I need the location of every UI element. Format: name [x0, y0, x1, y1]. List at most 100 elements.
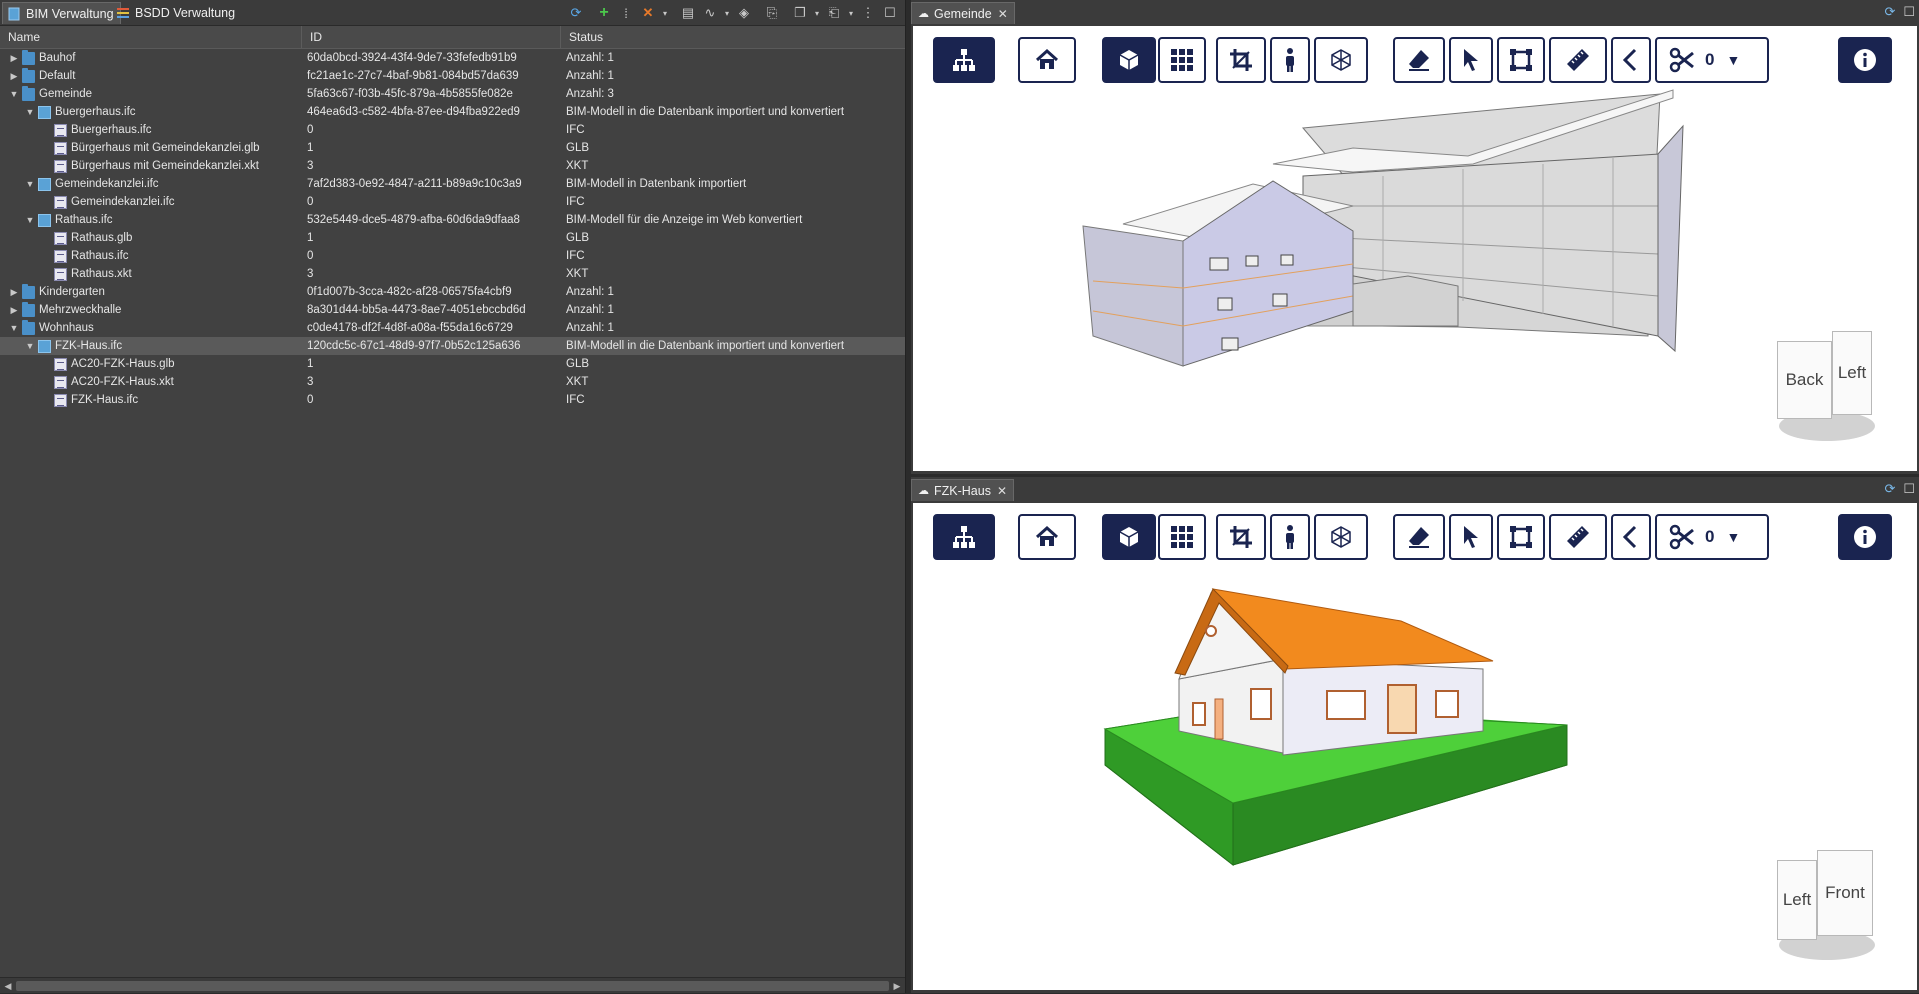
row-name: Wohnhaus: [39, 322, 94, 334]
table-row[interactable]: Gemeindekanzlei.ifc 0 IFC: [0, 193, 905, 211]
table-row[interactable]: ▼ Gemeindekanzlei.ifc 7af2d383-0e92-4847-a…: [0, 175, 905, 193]
table-row[interactable]: ▼ Rathaus.ifc 532e5449-dce5-4879-afba-60d6…: [0, 211, 905, 229]
table-row[interactable]: ▶ Mehrzweckhalle 8a301d44-bb5a-4473-8ae7-4…: [0, 301, 905, 319]
refresh-icon[interactable]: ⟳: [1884, 4, 1895, 20]
table-row[interactable]: Buergerhaus.ifc 0 IFC: [0, 121, 905, 139]
scrollbar-thumb[interactable]: [16, 981, 889, 991]
dropdown-icon[interactable]: ▾: [811, 4, 823, 22]
house-model[interactable]: [913, 503, 1917, 990]
cube-face-left[interactable]: Left: [1832, 331, 1872, 415]
viewer-tab[interactable]: ☁ FZK-Haus ✕: [911, 479, 1015, 501]
tab-label: BIM Verwaltung: [26, 6, 114, 21]
chevron-down-icon[interactable]: ▼: [8, 319, 20, 337]
row-id: 464ea6d3-c582-4bfa-87ee-d94fba922ed9: [307, 106, 520, 118]
folder-icon: [22, 283, 35, 299]
row-id: 120cdc5c-67c1-48d9-97f7-0b52c125a636: [307, 340, 521, 352]
3d-canvas[interactable]: 0 ▼ Back Left: [913, 26, 1917, 471]
table-row[interactable]: ▼ Buergerhaus.ifc 464ea6d3-c582-4bfa-87ee-…: [0, 103, 905, 121]
row-id: 5fa63c67-f03b-45fc-879a-4b5855fe082e: [307, 88, 513, 100]
tab-label: BSDD Verwaltung: [135, 6, 236, 20]
table-row[interactable]: AC20-FZK-Haus.glb 1 GLB: [0, 355, 905, 373]
row-name-cell: ▼ Gemeinde: [0, 85, 300, 103]
table-icon[interactable]: ▤: [677, 4, 699, 22]
maximize-icon[interactable]: ☐: [879, 4, 901, 22]
row-status: GLB: [566, 232, 590, 244]
scroll-right-icon[interactable]: ▶: [889, 978, 905, 994]
dropdown-icon[interactable]: ▾: [845, 4, 857, 22]
more-icon[interactable]: ⋮: [857, 4, 879, 22]
chevron-down-icon[interactable]: ▼: [24, 211, 36, 229]
viewer-tab[interactable]: ☁ Gemeinde ✕: [911, 2, 1015, 24]
copy-icon[interactable]: ❐: [789, 4, 811, 22]
column-header-status[interactable]: Status: [561, 26, 905, 48]
chevron-down-icon[interactable]: ▼: [8, 85, 20, 103]
tab-bim-verwaltung[interactable]: BIM Verwaltung: [2, 2, 121, 24]
close-icon[interactable]: ✕: [998, 7, 1008, 21]
tag-icon[interactable]: ◈: [733, 4, 755, 22]
file-icon: [54, 357, 67, 371]
cloud-icon: ☁: [918, 485, 929, 497]
chevron-down-icon[interactable]: ▼: [24, 103, 36, 121]
navigation-cube[interactable]: Left Front: [1777, 850, 1877, 960]
table-row[interactable]: ▼ FZK-Haus.ifc 120cdc5c-67c1-48d9-97f7-0b5…: [0, 337, 905, 355]
navigation-cube[interactable]: Back Left: [1777, 331, 1877, 441]
row-name: Default: [39, 70, 76, 82]
chevron-right-icon[interactable]: ▶: [8, 49, 20, 67]
building-model[interactable]: [913, 26, 1917, 471]
row-id: 1: [307, 232, 314, 244]
chevron-down-icon[interactable]: ▼: [24, 337, 36, 355]
row-id: 0: [307, 124, 314, 136]
horizontal-scrollbar[interactable]: ◀ ▶: [0, 977, 905, 993]
row-name: FZK-Haus.ifc: [71, 394, 139, 406]
refresh-icon[interactable]: ⟳: [565, 4, 587, 22]
cube-face-front[interactable]: Front: [1817, 850, 1873, 936]
row-name-cell: Bürgerhaus mit Gemeindekanzlei.xkt: [0, 157, 300, 175]
chevron-down-icon[interactable]: ▼: [24, 175, 36, 193]
cube-face-left[interactable]: Left: [1777, 860, 1817, 940]
3d-canvas[interactable]: 0 ▼ Left Front: [913, 503, 1917, 990]
chart-icon[interactable]: ∿: [699, 4, 721, 22]
table-row[interactable]: Rathaus.glb 1 GLB: [0, 229, 905, 247]
dropdown-icon[interactable]: ▾: [721, 4, 733, 22]
refresh-icon[interactable]: ⟳: [1884, 481, 1895, 497]
row-id: 0: [307, 394, 314, 406]
dropdown-icon[interactable]: ▾: [659, 4, 671, 22]
table-row[interactable]: ▼ Wohnhaus c0de4178-df2f-4d8f-a08a-f55da16…: [0, 319, 905, 337]
close-icon[interactable]: ✕: [997, 484, 1007, 498]
table-row[interactable]: ▶ Bauhof 60da0bcd-3924-43f4-9de7-33fefedb9…: [0, 49, 905, 67]
table-row[interactable]: ▼ Gemeinde 5fa63c67-f03b-45fc-879a-4b5855f…: [0, 85, 905, 103]
file-icon: [54, 159, 67, 173]
column-header-id[interactable]: ID: [302, 26, 561, 48]
table-row[interactable]: Rathaus.ifc 0 IFC: [0, 247, 905, 265]
maximize-icon[interactable]: ☐: [1903, 481, 1915, 497]
row-status: BIM-Modell in die Datenbank importiert u…: [566, 106, 845, 118]
chevron-right-icon[interactable]: ▶: [8, 283, 20, 301]
table-row[interactable]: FZK-Haus.ifc 0 IFC: [0, 391, 905, 409]
row-name-cell: Rathaus.ifc: [0, 247, 300, 265]
table-row[interactable]: AC20-FZK-Haus.xkt 3 XKT: [0, 373, 905, 391]
move-icon[interactable]: ⁞: [615, 4, 637, 22]
row-status: BIM-Modell in Datenbank importiert: [566, 178, 747, 190]
tab-bsdd-verwaltung[interactable]: BSDD Verwaltung: [112, 2, 241, 24]
table-row[interactable]: Bürgerhaus mit Gemeindekanzlei.glb 1 GLB: [0, 139, 905, 157]
delete-icon[interactable]: ✕: [637, 4, 659, 22]
maximize-icon[interactable]: ☐: [1903, 4, 1915, 20]
viewer-window-controls: ⟳ ☐: [1884, 4, 1915, 20]
table-row[interactable]: ▶ Kindergarten 0f1d007b-3cca-482c-af28-065…: [0, 283, 905, 301]
column-header-name[interactable]: Name: [0, 26, 302, 48]
add-icon[interactable]: +: [593, 4, 615, 22]
export-icon[interactable]: ⎗: [823, 4, 845, 22]
chevron-right-icon[interactable]: ▶: [8, 301, 20, 319]
row-name-cell: AC20-FZK-Haus.glb: [0, 355, 300, 373]
table-row[interactable]: Bürgerhaus mit Gemeindekanzlei.xkt 3 XKT: [0, 157, 905, 175]
scroll-left-icon[interactable]: ◀: [0, 978, 16, 994]
viewer-gemeinde: ☁ Gemeinde ✕ ⟳ ☐ 0 ▼ Back Left: [911, 0, 1919, 474]
row-id: 1: [307, 358, 314, 370]
cube-face-back[interactable]: Back: [1777, 341, 1832, 419]
row-status: Anzahl: 1: [566, 286, 614, 298]
table-row[interactable]: Rathaus.xkt 3 XKT: [0, 265, 905, 283]
chevron-right-icon[interactable]: ▶: [8, 67, 20, 85]
row-name-cell: Bürgerhaus mit Gemeindekanzlei.glb: [0, 139, 300, 157]
import-icon[interactable]: ⎘: [761, 4, 783, 22]
table-row[interactable]: ▶ Default fc21ae1c-27c7-4baf-9b81-084bd57d…: [0, 67, 905, 85]
